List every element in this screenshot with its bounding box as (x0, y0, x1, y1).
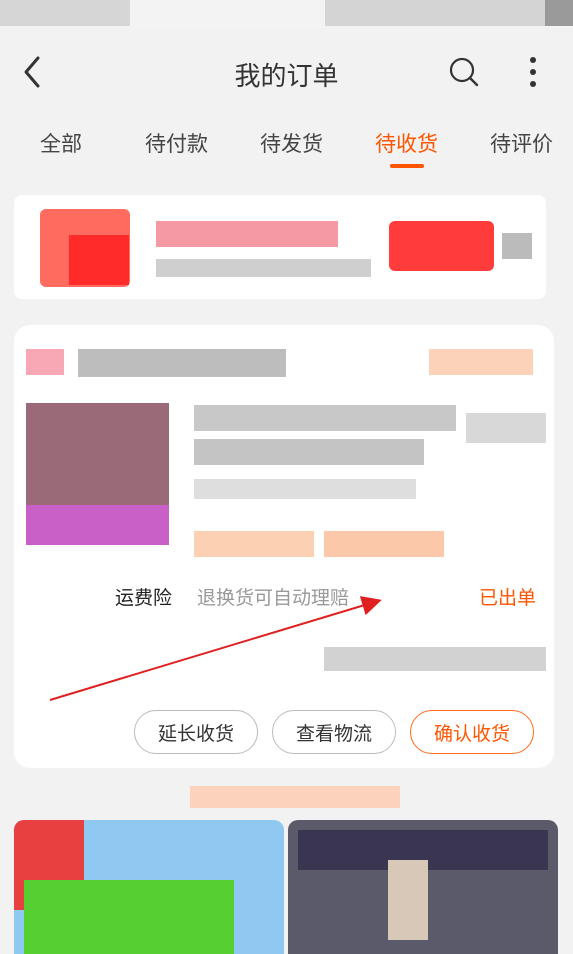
order-total-blur (324, 647, 546, 671)
battery-blur (545, 0, 573, 26)
banner-close-blur (502, 233, 532, 259)
product-tag-blur-2 (324, 531, 444, 557)
page-title: 我的订单 (234, 62, 339, 92)
tab-pending-review[interactable]: 待评价 (490, 128, 553, 158)
banner-title-blur (156, 221, 338, 247)
tab-pending-payment[interactable]: 待付款 (145, 128, 208, 158)
shop-icon-blur (26, 349, 64, 375)
product-sku-blur (194, 479, 416, 499)
banner-image-blur-inner (69, 235, 129, 285)
insurance-status: 已出单 (478, 587, 536, 609)
confirm-receipt-button[interactable]: 确认收货 (410, 710, 534, 754)
extend-receipt-button[interactable]: 延长收货 (134, 710, 258, 754)
order-status-tabs: 全部 待付款 待发货 待收货 待评价 (0, 118, 573, 172)
tab-pending-receipt[interactable]: 待收货 (375, 128, 438, 158)
search-icon[interactable] (446, 54, 482, 90)
view-logistics-button[interactable]: 查看物流 (272, 710, 396, 754)
banner-subtitle-blur (156, 259, 371, 277)
rec-right-figure (388, 860, 428, 940)
insurance-label: 运费险 (115, 587, 173, 609)
recommended-item-left[interactable] (14, 820, 284, 954)
recommendation-title-blur (160, 782, 430, 812)
more-vertical-icon[interactable] (520, 52, 546, 92)
status-bar-icons-blur (325, 0, 545, 26)
rec-left-green (24, 880, 234, 954)
tab-pending-shipment[interactable]: 待发货 (260, 128, 323, 158)
order-card: 运费险 退换货可自动理赔 已出单 延长收货 查看物流 确认收货 (14, 325, 554, 768)
shop-name-blur (78, 349, 286, 377)
nav-header: 我的订单 (0, 40, 573, 104)
status-bar (0, 0, 573, 28)
status-bar-time-blur (0, 0, 130, 26)
rec-title-blur (190, 786, 400, 808)
banner-action-blur (389, 221, 494, 271)
product-tag-blur-1 (194, 531, 314, 557)
insurance-description: 退换货可自动理赔 (197, 587, 350, 609)
recommended-item-right[interactable] (288, 820, 558, 954)
product-title-blur-2 (194, 439, 424, 465)
shipping-insurance-row[interactable]: 运费险 退换货可自动理赔 已出单 (14, 575, 554, 615)
promo-banner[interactable] (14, 195, 546, 299)
active-tab-indicator (390, 164, 424, 168)
product-price-blur (466, 413, 546, 443)
product-title-blur-1 (194, 405, 456, 431)
tab-all[interactable]: 全部 (40, 128, 82, 158)
product-image-blur-bottom (26, 505, 169, 545)
order-status-blur (429, 349, 533, 375)
